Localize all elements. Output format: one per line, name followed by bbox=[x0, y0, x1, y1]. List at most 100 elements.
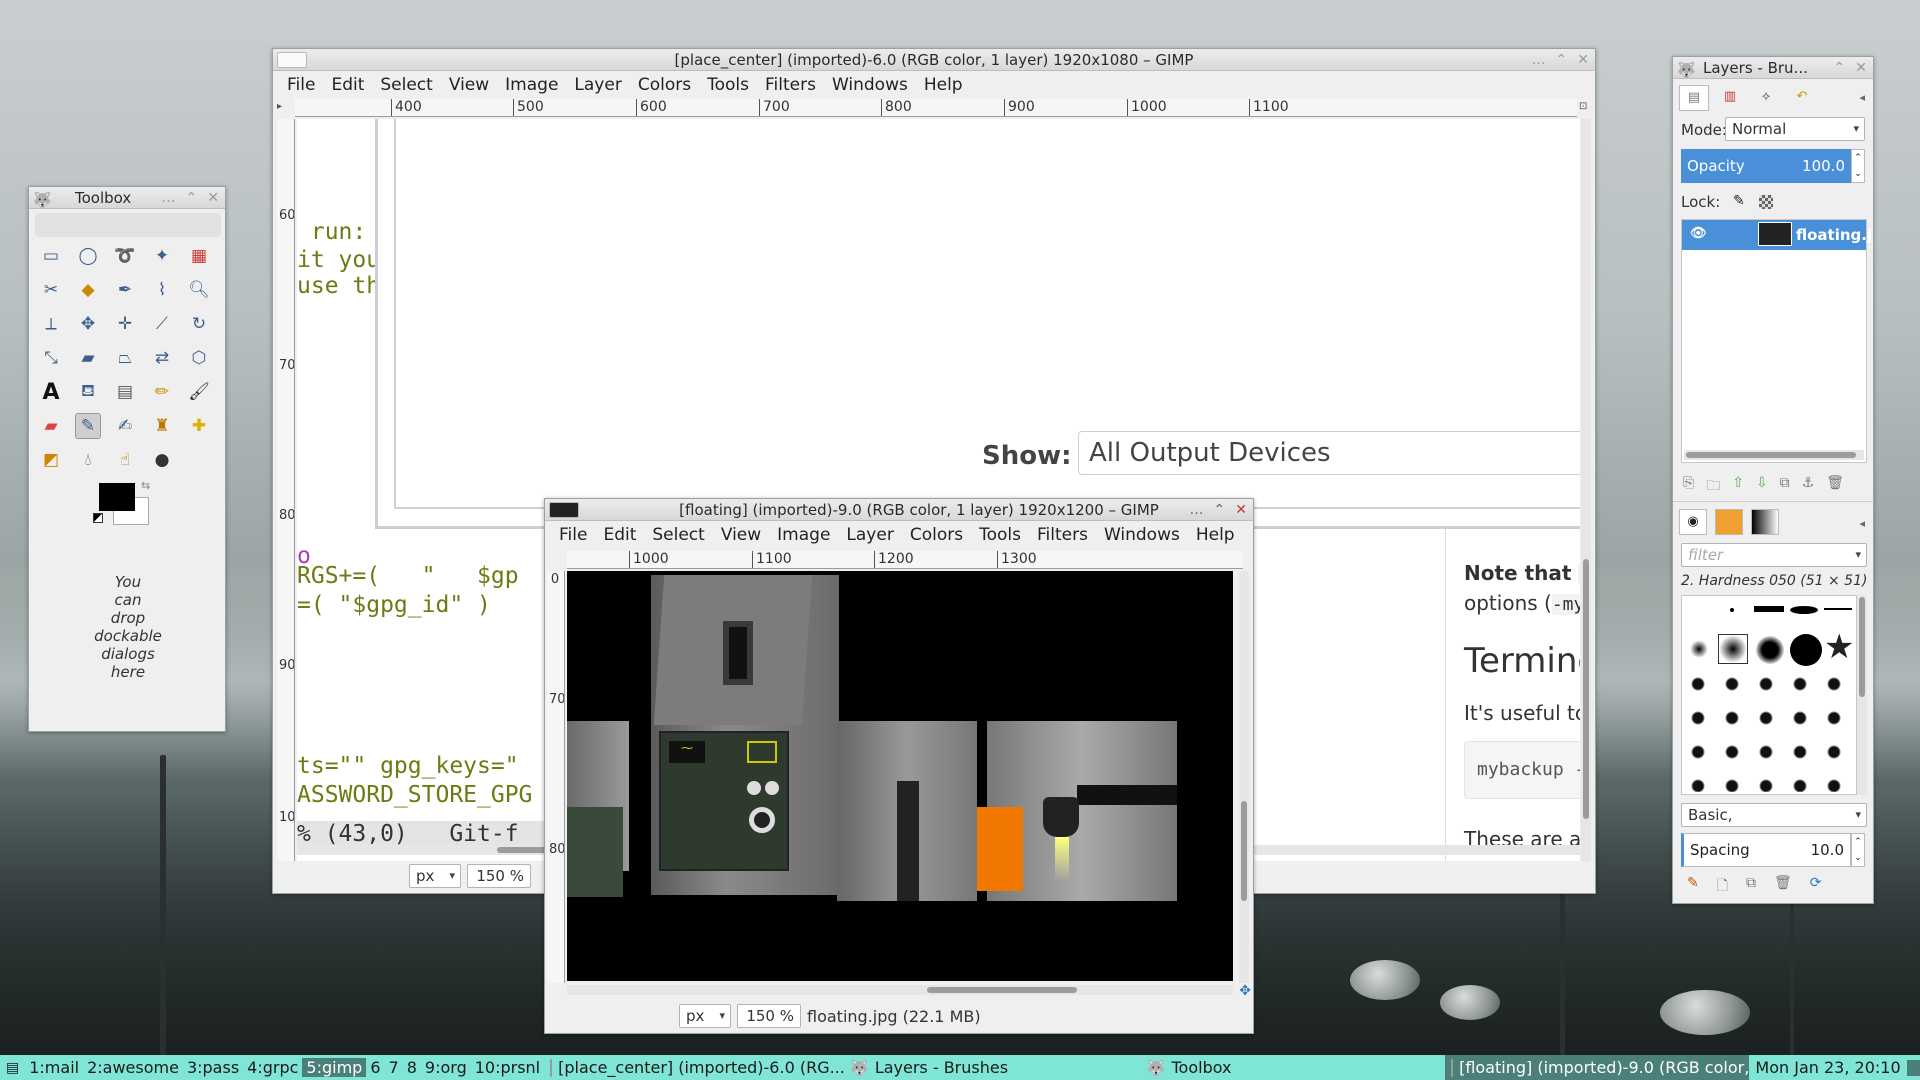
minimize-icon[interactable]: … bbox=[1532, 49, 1546, 70]
scrollbar-thumb[interactable] bbox=[1241, 801, 1247, 901]
close-icon[interactable]: ✕ bbox=[1235, 499, 1247, 520]
scrollbar-thumb[interactable] bbox=[1859, 597, 1865, 697]
visibility-eye-icon[interactable]: 👁︎ bbox=[1690, 226, 1707, 241]
close-icon[interactable]: ✕ bbox=[1577, 49, 1589, 70]
menu-image[interactable]: Image bbox=[769, 525, 838, 545]
navigate-icon[interactable]: ✥ bbox=[1239, 983, 1251, 999]
tab-patterns[interactable] bbox=[1715, 509, 1743, 535]
rotate-tool-icon[interactable]: ↻ bbox=[186, 311, 212, 337]
layer-row[interactable]: 👁︎ floating.jp bbox=[1682, 220, 1873, 250]
menu-tools[interactable]: Tools bbox=[971, 525, 1029, 545]
zoom-field[interactable]: 150 % bbox=[737, 1004, 801, 1028]
paintbrush-tool-icon[interactable]: 🖌︎ bbox=[186, 379, 212, 405]
unit-select[interactable]: px ▾ bbox=[679, 1004, 731, 1028]
tab-channels[interactable]: ▥ bbox=[1715, 85, 1745, 111]
close-icon[interactable]: ✕ bbox=[1855, 57, 1867, 78]
maximize-icon[interactable]: ⌃ bbox=[1834, 57, 1846, 78]
layers-hscroll[interactable] bbox=[1684, 450, 1864, 460]
scissors-tool-icon[interactable]: ✂ bbox=[38, 277, 64, 303]
brush-item-star[interactable]: ★ bbox=[1824, 630, 1854, 664]
brush-scrollbar[interactable] bbox=[1857, 595, 1867, 795]
quick-mask-corner-icon[interactable]: ▸ bbox=[277, 101, 293, 117]
anchor-layer-icon[interactable]: ⚓︎ bbox=[1802, 475, 1815, 499]
maximize-icon[interactable]: ⌃ bbox=[1556, 49, 1568, 70]
move-tool-icon[interactable]: ✥ bbox=[75, 311, 101, 337]
task-toolbox[interactable]: 🐺 Toolbox bbox=[1141, 1055, 1445, 1080]
task-layers-brushes[interactable]: 🐺 Layers - Brushes bbox=[844, 1055, 1141, 1080]
menu-view[interactable]: View bbox=[441, 75, 497, 95]
menu-filters[interactable]: Filters bbox=[1029, 525, 1096, 545]
foreground-select-tool-icon[interactable]: ◆ bbox=[75, 277, 101, 303]
menu-layer[interactable]: Layer bbox=[838, 525, 901, 545]
perspective-clone-tool-icon[interactable]: ◩ bbox=[38, 447, 64, 473]
new-layer-icon[interactable]: 🗀︎ bbox=[1706, 475, 1720, 499]
close-icon[interactable]: ✕ bbox=[207, 187, 219, 208]
smudge-tool-icon[interactable]: ☝ bbox=[112, 447, 138, 473]
menu-select[interactable]: Select bbox=[644, 525, 712, 545]
maximize-icon[interactable]: ⌃ bbox=[1214, 499, 1226, 520]
select-by-color-tool-icon[interactable]: ▦ bbox=[186, 243, 212, 269]
minimize-icon[interactable]: … bbox=[162, 187, 176, 208]
brush-item[interactable] bbox=[1754, 606, 1784, 612]
ink-tool-icon[interactable]: ✍ bbox=[112, 413, 138, 439]
default-colors-icon[interactable] bbox=[93, 513, 103, 523]
measure-tool-icon[interactable]: ⟂ bbox=[38, 311, 64, 337]
brush-item[interactable] bbox=[1824, 608, 1852, 610]
new-layer-group-icon[interactable]: ⎘ bbox=[1683, 475, 1694, 499]
heal-tool-icon[interactable]: ✚ bbox=[186, 413, 212, 439]
menu-help[interactable]: Help bbox=[1188, 525, 1243, 545]
duplicate-layer-icon[interactable]: ⧉ bbox=[1780, 475, 1790, 499]
brush-item-selected[interactable] bbox=[1718, 634, 1748, 664]
menu-filters[interactable]: Filters bbox=[757, 75, 824, 95]
lock-alpha-icon[interactable] bbox=[1759, 195, 1773, 209]
workspace-6[interactable]: 6 bbox=[366, 1058, 384, 1077]
brush-filter-input[interactable]: filter ▾ bbox=[1681, 543, 1867, 567]
spacing-slider[interactable]: Spacing 10.0 bbox=[1681, 833, 1851, 867]
lasso-tool-icon[interactable]: ➰ bbox=[112, 243, 138, 269]
tab-layers[interactable]: ▤ bbox=[1679, 85, 1709, 111]
floating-canvas[interactable]: ⁓ bbox=[567, 571, 1233, 981]
eraser-tool-icon[interactable]: ▰ bbox=[38, 413, 64, 439]
menu-help[interactable]: Help bbox=[916, 75, 971, 95]
refresh-brushes-icon[interactable]: ⟳ bbox=[1810, 875, 1822, 899]
menu-file[interactable]: File bbox=[279, 75, 323, 95]
raise-layer-icon[interactable]: ⇧ bbox=[1732, 475, 1744, 499]
workspace-8[interactable]: 8 bbox=[403, 1058, 421, 1077]
workspace-9[interactable]: 9:org bbox=[421, 1058, 471, 1077]
tab-gradients[interactable] bbox=[1751, 509, 1779, 535]
zoom-tool-icon[interactable]: 🔍︎ bbox=[186, 277, 212, 303]
menu-image[interactable]: Image bbox=[497, 75, 566, 95]
tab-paths[interactable]: ⟡ bbox=[1751, 85, 1781, 111]
dock-menu-icon[interactable]: ◂ bbox=[1859, 517, 1865, 530]
layout-icon[interactable]: ▤ bbox=[0, 1060, 25, 1076]
opacity-slider[interactable]: Opacity 100.0 bbox=[1681, 149, 1851, 183]
tab-brushes[interactable]: ◉ bbox=[1679, 509, 1707, 535]
swap-colors-icon[interactable]: ⇆ bbox=[141, 479, 150, 492]
shear-tool-icon[interactable]: ▰ bbox=[75, 345, 101, 371]
dock-titlebar[interactable]: 🐺 Layers - Bru... ⌃ ✕ bbox=[1673, 57, 1873, 79]
fuzzy-select-tool-icon[interactable]: ✦ bbox=[149, 243, 175, 269]
spacing-spinner[interactable]: ⌃ ⌄ bbox=[1851, 833, 1865, 867]
blur-tool-icon[interactable]: 💧︎ bbox=[75, 447, 101, 473]
color-picker-tool-icon[interactable]: ⌇ bbox=[149, 277, 175, 303]
brush-preset-select[interactable]: Basic, ▾ bbox=[1681, 803, 1867, 827]
workspace-4[interactable]: 4:grpc bbox=[243, 1058, 302, 1077]
output-devices-dropdown[interactable]: All Output Devices bbox=[1078, 431, 1580, 475]
minimize-icon[interactable]: … bbox=[1190, 499, 1204, 520]
vertical-scrollbar[interactable] bbox=[1581, 119, 1591, 891]
main-window-titlebar[interactable]: [place_center] (imported)-6.0 (RGB color… bbox=[273, 49, 1595, 71]
delete-layer-icon[interactable]: 🗑︎ bbox=[1826, 475, 1844, 499]
text-tool-icon[interactable]: A bbox=[38, 379, 64, 405]
workspace-2[interactable]: 2:awesome bbox=[83, 1058, 183, 1077]
brush-texture-items[interactable] bbox=[1686, 672, 1856, 792]
menu-edit[interactable]: Edit bbox=[595, 525, 644, 545]
new-brush-icon[interactable]: 🗋︎ bbox=[1717, 875, 1728, 899]
toolbox-titlebar[interactable]: 🐺 Toolbox … ⌃ ✕ bbox=[29, 187, 225, 209]
zoom-field[interactable]: 150 % bbox=[467, 864, 531, 888]
brush-item[interactable] bbox=[1690, 640, 1708, 658]
dodge-burn-tool-icon[interactable]: ● bbox=[149, 447, 175, 473]
scrollbar-thumb[interactable] bbox=[927, 987, 1077, 993]
duplicate-brush-icon[interactable]: ⧉ bbox=[1746, 875, 1756, 899]
airbrush-tool-icon[interactable]: ✎ bbox=[75, 413, 101, 439]
edit-brush-icon[interactable]: ✎ bbox=[1687, 875, 1699, 899]
